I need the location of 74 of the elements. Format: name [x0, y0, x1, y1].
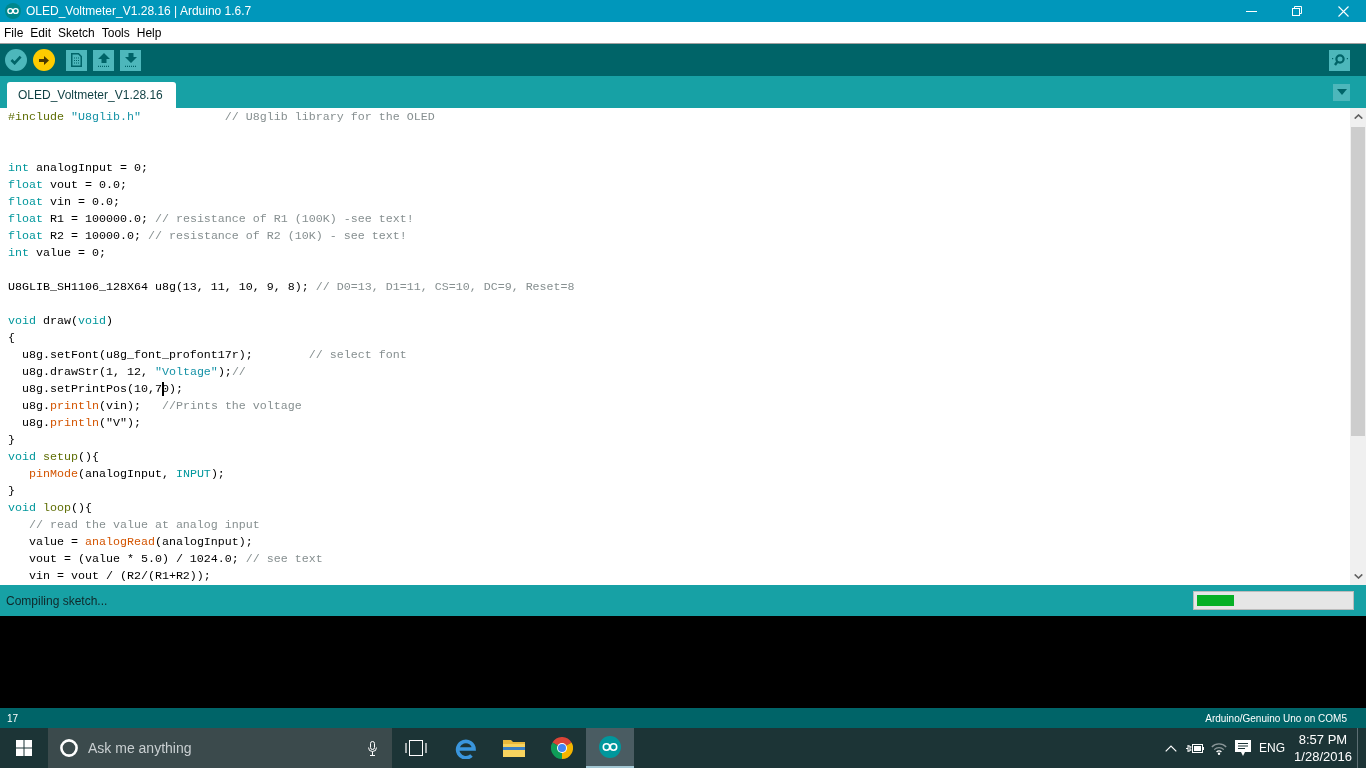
- search-box[interactable]: Ask me anything: [48, 728, 392, 768]
- code-line: #include "U8glib.h" // U8glib library for the OLED: [8, 109, 435, 126]
- restore-icon: [1292, 6, 1302, 16]
- tab-menu-button[interactable]: [1333, 83, 1350, 101]
- line-number: 17: [7, 711, 19, 726]
- menu-item[interactable]: Help: [133, 23, 165, 42]
- board-port-label: Arduino/Genuino Uno on COM5: [1205, 711, 1347, 726]
- four-panes-icon: [16, 740, 32, 756]
- taskbar-app-button[interactable]: [586, 728, 634, 768]
- message-icon: [1235, 740, 1251, 756]
- ring-icon: [60, 739, 78, 757]
- document-icon: [71, 53, 82, 67]
- editor-tab[interactable]: OLED_Voltmeter_V1.28.16: [7, 82, 176, 108]
- code-line: pinMode(analogInput, INPUT);: [28, 466, 225, 483]
- clock-date: 1/28/2016: [1294, 748, 1352, 765]
- infinity-logo-icon: [599, 736, 621, 758]
- code-line: int analogInput = 0;: [8, 160, 148, 177]
- clock-time: 8:57 PM: [1298, 731, 1348, 748]
- code-line: float vout = 0.0;: [8, 177, 127, 194]
- minimize-icon: [1245, 10, 1257, 12]
- menu-item[interactable]: Tools: [98, 23, 133, 42]
- round-logo-icon: [551, 737, 573, 759]
- arrow-right-icon: [39, 55, 49, 65]
- arrow-down-icon: [124, 53, 137, 67]
- serial-monitor-button[interactable]: [1329, 49, 1350, 71]
- save-button[interactable]: [120, 49, 141, 71]
- code-line: U8GLIB_SH1106_128X64 u8g(13, 11, 10, 9, 8); // D0=13, D1=11, CS=10, DC=9, Reset=8: [8, 279, 575, 296]
- code-line: u8g.setFont(u8g_font_profont17r); // select font: [21, 347, 407, 364]
- window-title: OLED_Voltmeter_V1.28.16 | Arduino 1.6.7: [26, 3, 252, 20]
- caret-icon: [1336, 89, 1347, 95]
- code-line: value = analogRead(analogInput);: [28, 534, 253, 551]
- code-line: void draw(void): [8, 313, 113, 330]
- code-line: int value = 0;: [8, 245, 106, 262]
- battery-plug-icon: [1186, 742, 1204, 754]
- code-line: void setup(){: [8, 449, 99, 466]
- code-line: }: [8, 483, 15, 500]
- clock-button[interactable]: 8:57 PM 1/28/2016: [1289, 728, 1357, 768]
- scroll-thumb[interactable]: [1351, 127, 1365, 436]
- code-line: u8g.println(vin); //Prints the voltage: [21, 398, 302, 415]
- search-input[interactable]: Ask me anything: [88, 737, 368, 759]
- chevron-up-icon: [1165, 744, 1177, 752]
- code-line: // read the value at analog input: [28, 517, 260, 534]
- code-line: {: [8, 330, 15, 347]
- task-view-icon: [405, 740, 427, 756]
- language-indicator[interactable]: ENG: [1255, 739, 1289, 757]
- check-icon: [10, 55, 22, 65]
- menu-item[interactable]: File: [1, 23, 27, 42]
- scroll-up-icon[interactable]: [1353, 114, 1363, 119]
- verify-button[interactable]: [5, 49, 27, 71]
- arrow-up-icon: [97, 53, 110, 67]
- code-line: float vin = 0.0;: [8, 194, 120, 211]
- wifi-icon: [1211, 741, 1227, 755]
- open-button[interactable]: [93, 49, 114, 71]
- code-line: }: [8, 432, 15, 449]
- code-line: float R1 = 100000.0; // resistance of R1 (100K) -see text!: [8, 211, 414, 228]
- search-icon: [1331, 54, 1348, 66]
- code-line: vout = (value * 5.0) / 1024.0; // see text: [28, 551, 323, 568]
- microphone-icon[interactable]: [368, 740, 377, 756]
- e-logo-icon: [455, 737, 477, 759]
- code-line: vin = vout / (R2/(R1+R2));: [28, 568, 211, 585]
- code-line: void loop(){: [8, 500, 92, 517]
- vertical-scrollbar[interactable]: [1350, 108, 1366, 585]
- new-button[interactable]: [66, 49, 87, 71]
- upload-button[interactable]: [33, 49, 55, 71]
- menu-item[interactable]: Edit: [27, 23, 55, 42]
- infinity-logo-icon: [5, 3, 21, 19]
- code-line: u8g.println("V");: [21, 415, 141, 432]
- scroll-down-icon[interactable]: [1353, 574, 1363, 579]
- folder-icon: [503, 739, 525, 757]
- status-message: Compiling sketch...: [6, 592, 108, 610]
- code-line: float R2 = 10000.0; // resistance of R2 (10K) - see text!: [8, 228, 407, 245]
- code-line: u8g.drawStr(1, 12, "Voltage");//: [21, 364, 246, 381]
- close-icon: [1337, 5, 1349, 17]
- menu-item[interactable]: Sketch: [55, 23, 98, 42]
